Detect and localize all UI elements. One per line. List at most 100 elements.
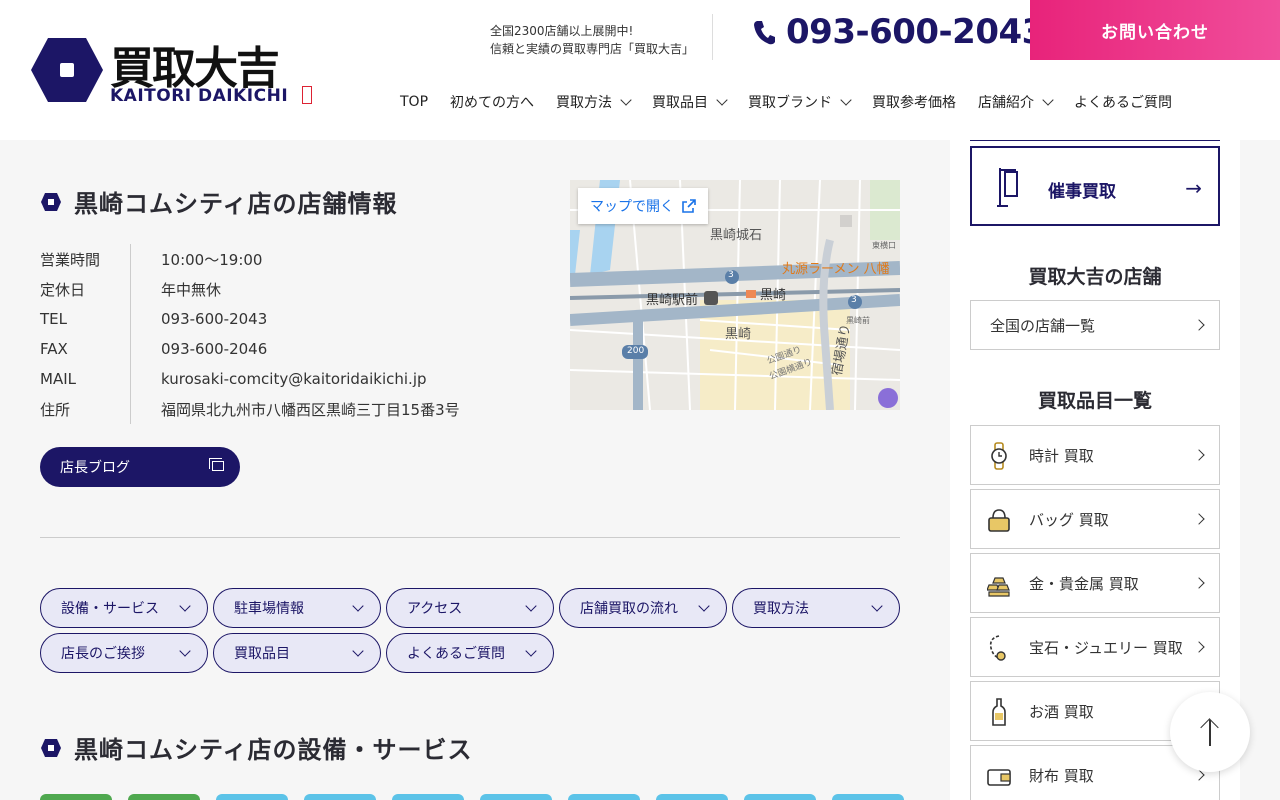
nav-prices[interactable]: 買取参考価格: [872, 92, 956, 112]
store-info-table: 営業時間 10:00〜19:00 定休日 年中無休 TEL 093-600-2043 …: [40, 244, 460, 424]
map-label-area: 黒崎: [725, 327, 752, 342]
map-label-jr: 黒崎: [760, 288, 787, 303]
chevron-down-icon: [840, 93, 852, 106]
chevron-down-icon: [525, 600, 537, 612]
nav-methods[interactable]: 買取方法: [556, 92, 632, 112]
category-bag[interactable]: バッグ 買取: [970, 489, 1220, 549]
back-to-top-button[interactable]: [1170, 692, 1250, 772]
open-in-maps-link[interactable]: マップで開く: [578, 188, 708, 224]
items-heading: 買取品目一覧: [1037, 390, 1152, 412]
store-info-heading: 黒崎コムシティ店の店舗情報: [40, 184, 398, 219]
info-row: MAIL kurosaki-comcity@kaitoridaikichi.jp: [40, 364, 460, 394]
map-label-castle: 黒崎城石: [710, 228, 763, 243]
bottle-icon: [992, 698, 1006, 726]
logo-hexagon-icon: [31, 38, 103, 102]
tab-flow[interactable]: 店舗買取の流れ: [559, 588, 727, 628]
phone-icon: [754, 21, 775, 45]
event-buying-button[interactable]: 催事買取 →: [970, 146, 1220, 226]
facility-tags: [40, 794, 904, 800]
phone-number: 093-600-2043: [786, 12, 1045, 52]
facility-tag: [568, 794, 640, 800]
manager-blog-button[interactable]: 店長ブログ: [40, 447, 240, 487]
facility-tag: [744, 794, 816, 800]
nav-items[interactable]: 買取品目: [652, 92, 728, 112]
info-row: 住所 福岡県北九州市八幡西区黒崎三丁目15番3号: [40, 394, 460, 424]
header-divider: [712, 14, 713, 60]
nav-faq[interactable]: よくあるご質問: [1074, 92, 1172, 112]
chevron-down-icon: [620, 93, 632, 106]
main-nav: TOP 初めての方へ 買取方法 買取品目 買取ブランド 買取参考価格 店舗紹介 …: [400, 88, 1172, 116]
header-phone[interactable]: 093-600-2043: [752, 12, 1045, 52]
chevron-down-icon: [352, 600, 364, 612]
external-window-icon: [209, 458, 224, 471]
facility-tag: [40, 794, 112, 800]
hexagon-bullet-icon: [41, 192, 61, 211]
store-map[interactable]: マップで開く 黒崎城石 丸源ラーメン 八幡 東横口 3 3 黒崎駅前 黒崎 黒崎…: [570, 180, 900, 410]
chevron-right-icon: [1193, 577, 1205, 589]
tab-methods[interactable]: 買取方法: [732, 588, 900, 628]
category-watch[interactable]: 時計 買取: [970, 425, 1220, 485]
facility-tag: [392, 794, 464, 800]
chevron-down-icon: [179, 645, 191, 657]
watch-icon: [991, 442, 1007, 470]
tagline-line-1: 全国2300店舗以上展開中!: [490, 24, 634, 38]
jewelry-icon: [989, 635, 1006, 661]
facility-tag: [128, 794, 200, 800]
chevron-down-icon: [179, 600, 191, 612]
sidebar-top-rule: [970, 140, 1220, 141]
site-header: 買取大吉 KAITORI DAIKICHI 全国2300店舗以上展開中! 信頼と…: [0, 0, 1280, 140]
facility-tag: [480, 794, 552, 800]
map-label-east: 東横口: [872, 241, 896, 250]
nav-first-time[interactable]: 初めての方へ: [450, 92, 534, 112]
map-label-route3b: 3: [851, 295, 857, 305]
contact-button[interactable]: お問い合わせ: [1030, 0, 1280, 60]
section-divider: [40, 537, 900, 538]
stores-heading: 買取大吉の店舗: [1028, 266, 1162, 288]
hexagon-bullet-icon: [41, 738, 61, 757]
chevron-right-icon: [1193, 641, 1205, 653]
external-link-icon: [682, 199, 696, 213]
facilities-heading: 黒崎コムシティ店の設備・サービス: [40, 730, 473, 765]
chevron-down-icon: [525, 645, 537, 657]
nav-stores[interactable]: 店舗紹介: [978, 92, 1054, 112]
info-row: 定休日 年中無休: [40, 274, 460, 304]
facility-tag: [656, 794, 728, 800]
header-tagline: 全国2300店舗以上展開中! 信頼と実績の買取専門店「買取大吉」: [490, 22, 694, 58]
section-tabs: 設備・サービス 駐車場情報 アクセス 店舗買取の流れ 買取方法 店長のご挨拶 買…: [40, 588, 910, 673]
logo-seal-icon: [302, 86, 312, 104]
tagline-line-2: 信頼と実績の買取専門店「買取大吉」: [490, 42, 695, 56]
tab-items[interactable]: 買取品目: [213, 633, 381, 673]
chevron-right-icon: [1193, 319, 1205, 331]
category-jewelry[interactable]: 宝石・ジュエリー 買取: [970, 617, 1220, 677]
tab-faq[interactable]: よくあるご質問: [386, 633, 554, 673]
tab-parking[interactable]: 駐車場情報: [213, 588, 381, 628]
chevron-down-icon: [352, 645, 364, 657]
wallet-icon: [987, 769, 1011, 786]
chevron-right-icon: [1193, 449, 1205, 461]
bag-icon: [988, 509, 1010, 532]
logo-name-en: KAITORI DAIKICHI: [110, 86, 289, 106]
info-row: TEL 093-600-2043: [40, 304, 460, 334]
facility-tag: [216, 794, 288, 800]
chevron-down-icon: [716, 93, 728, 106]
chevron-right-icon: [1193, 513, 1205, 525]
tab-facilities[interactable]: 設備・サービス: [40, 588, 208, 628]
chevron-down-icon: [698, 600, 710, 612]
facility-tag: [304, 794, 376, 800]
nav-brands[interactable]: 買取ブランド: [748, 92, 852, 112]
chevron-down-icon: [871, 600, 883, 612]
tab-access[interactable]: アクセス: [386, 588, 554, 628]
site-logo[interactable]: 買取大吉 KAITORI DAIKICHI: [30, 36, 320, 106]
banner-stand-icon: [997, 168, 1018, 207]
all-stores-link[interactable]: 全国の店舗一覧: [970, 300, 1220, 350]
chevron-down-icon: [1042, 93, 1054, 106]
facility-tag: [832, 794, 904, 800]
info-row: FAX 093-600-2046: [40, 334, 460, 364]
gold-bars-icon: [987, 577, 1010, 597]
map-label-route200: 200: [627, 346, 645, 356]
map-label-route3a: 3: [728, 270, 734, 280]
tab-greeting[interactable]: 店長のご挨拶: [40, 633, 208, 673]
map-label-ramen: 丸源ラーメン 八幡: [782, 262, 890, 277]
category-gold[interactable]: 金・貴金属 買取: [970, 553, 1220, 613]
nav-top[interactable]: TOP: [400, 94, 428, 110]
